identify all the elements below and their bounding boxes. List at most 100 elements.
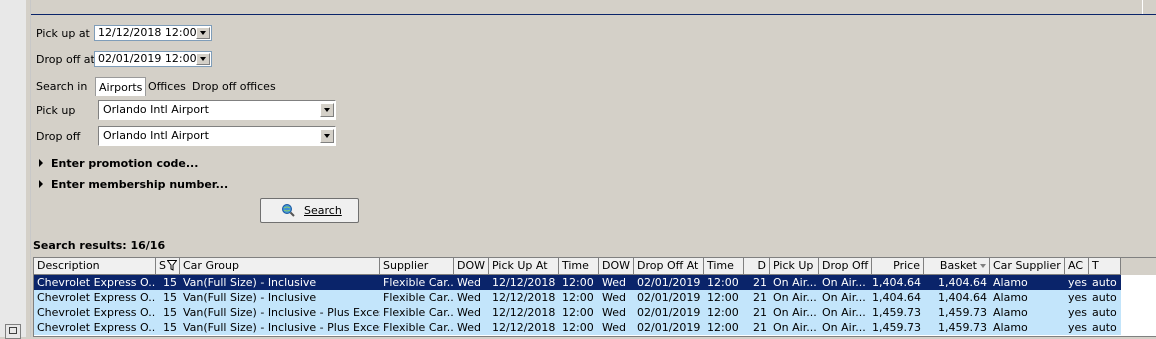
header-label: Time bbox=[707, 259, 734, 272]
pickup-location-select[interactable]: Orlando Intl Airport bbox=[97, 99, 337, 121]
cell-ac: yes bbox=[1068, 291, 1088, 304]
cell-time-2: 12:00 bbox=[707, 276, 739, 289]
tab-drop-off-offices[interactable]: Drop off offices bbox=[189, 77, 279, 96]
header-col-dropoff-at[interactable]: Drop Off At bbox=[634, 258, 704, 275]
dropoff-at-label: Drop off at bbox=[36, 53, 95, 66]
membership-number-expander[interactable]: Enter membership number... bbox=[39, 178, 228, 191]
cell-dropoff: On Air... bbox=[822, 276, 866, 289]
cell-pickup: On Air... bbox=[773, 306, 817, 319]
table-row[interactable]: Chevrolet Express O... 15 Van(Full Size) -… bbox=[34, 275, 1121, 290]
cell-time-2: 12:00 bbox=[707, 291, 739, 304]
header-col-description[interactable]: Description bbox=[34, 258, 156, 275]
cell-time: 12:00 bbox=[562, 276, 594, 289]
cell-dow-2: Wed bbox=[602, 276, 626, 289]
header-col-supplier[interactable]: Supplier bbox=[380, 258, 454, 275]
splitter[interactable] bbox=[26, 0, 31, 337]
triangle-right-icon bbox=[39, 159, 43, 167]
search-in-label: Search in bbox=[36, 80, 88, 93]
chevron-down-icon[interactable] bbox=[320, 103, 334, 117]
tab-offices[interactable]: Offices bbox=[145, 77, 189, 96]
cell-price: 1,404.64 bbox=[872, 276, 921, 289]
cell-description: Chevrolet Express O... bbox=[37, 276, 156, 289]
pickup-at-datetime[interactable]: 12/12/2018 12:00 bbox=[94, 25, 212, 41]
results-grid[interactable]: Description S Car Group Supplier DOW Pick Up … bbox=[33, 257, 1156, 337]
header-label: DOW bbox=[457, 259, 486, 272]
header-label: Pick Up bbox=[773, 259, 814, 272]
header-col-t[interactable]: T bbox=[1089, 258, 1121, 275]
dropoff-label: Drop off bbox=[36, 130, 81, 143]
cell-t: auto bbox=[1092, 306, 1117, 319]
header-label: Car Supplier bbox=[993, 259, 1061, 272]
cell-d: 21 bbox=[753, 276, 767, 289]
cell-basket: 1,459.73 bbox=[938, 306, 987, 319]
header-col-d[interactable]: D bbox=[744, 258, 770, 275]
header-label: Supplier bbox=[383, 259, 429, 272]
cell-dropoff: On Air... bbox=[822, 291, 866, 304]
chevron-down-icon[interactable] bbox=[320, 129, 334, 143]
dropoff-location-select[interactable]: Orlando Intl Airport bbox=[97, 125, 337, 147]
dropoff-location-value: Orlando Intl Airport bbox=[103, 129, 209, 142]
header-col-car-group[interactable]: Car Group bbox=[180, 258, 380, 275]
cell-supplier: Flexible Car... bbox=[383, 321, 454, 334]
table-row[interactable]: Chevrolet Express O... 15 Van(Full Size) -… bbox=[34, 305, 1121, 320]
cell-dropoff-at: 02/01/2019 bbox=[637, 306, 701, 319]
header-col-dow-2[interactable]: DOW bbox=[599, 258, 634, 275]
cell-pickup-at: 12/12/2018 bbox=[492, 306, 556, 319]
promotion-code-label: Enter promotion code... bbox=[51, 157, 199, 170]
header-label: Drop Off bbox=[822, 259, 869, 272]
membership-number-label: Enter membership number... bbox=[51, 178, 229, 191]
header-label: Time bbox=[562, 259, 589, 272]
chevron-down-icon[interactable] bbox=[196, 53, 210, 65]
cell-dropoff: On Air... bbox=[822, 306, 866, 319]
triangle-right-icon bbox=[39, 180, 43, 188]
header-col-s[interactable]: S bbox=[156, 258, 180, 275]
header-col-ac[interactable]: AC bbox=[1065, 258, 1089, 275]
search-button[interactable]: Search bbox=[260, 198, 359, 223]
cell-d: 21 bbox=[753, 291, 767, 304]
cell-ac: yes bbox=[1068, 276, 1088, 289]
scrollbar-corner bbox=[1142, 0, 1156, 14]
cell-car-supplier: Alamo bbox=[993, 276, 1028, 289]
cell-price: 1,459.73 bbox=[872, 321, 921, 334]
chevron-down-icon[interactable] bbox=[196, 27, 210, 39]
header-col-car-supplier[interactable]: Car Supplier bbox=[990, 258, 1065, 275]
cell-car-group: Van(Full Size) - Inclusive bbox=[183, 276, 317, 289]
sort-descending-icon bbox=[980, 264, 986, 268]
grid-header: Description S Car Group Supplier DOW Pick Up … bbox=[34, 258, 1156, 275]
cell-price: 1,404.64 bbox=[872, 291, 921, 304]
header-col-time[interactable]: Time bbox=[559, 258, 599, 275]
cell-price: 1,459.73 bbox=[872, 306, 921, 319]
cell-s: 15 bbox=[163, 306, 177, 319]
header-col-basket[interactable]: Basket bbox=[924, 258, 990, 275]
cell-car-group: Van(Full Size) - Inclusive - Plus Excess… bbox=[183, 306, 380, 319]
cell-t: auto bbox=[1092, 276, 1117, 289]
cell-supplier: Flexible Car... bbox=[383, 291, 454, 304]
header-col-price[interactable]: Price bbox=[872, 258, 924, 275]
cell-description: Chevrolet Express O... bbox=[37, 306, 156, 319]
cell-car-supplier: Alamo bbox=[993, 321, 1028, 334]
header-col-pickup-at[interactable]: Pick Up At bbox=[489, 258, 559, 275]
cell-ac: yes bbox=[1068, 306, 1088, 319]
header-label: DOW bbox=[602, 259, 631, 272]
tab-airports[interactable]: Airports bbox=[95, 77, 147, 96]
header-label: Drop Off At bbox=[637, 259, 699, 272]
header-col-dropoff[interactable]: Drop Off bbox=[819, 258, 872, 275]
cell-dropoff-at: 02/01/2019 bbox=[637, 276, 701, 289]
table-row[interactable]: Chevrolet Express O... 15 Van(Full Size) -… bbox=[34, 290, 1121, 305]
header-col-dow[interactable]: DOW bbox=[454, 258, 489, 275]
header-col-pickup[interactable]: Pick Up bbox=[770, 258, 819, 275]
cell-supplier: Flexible Car... bbox=[383, 276, 454, 289]
header-col-time-2[interactable]: Time bbox=[704, 258, 744, 275]
header-label: T bbox=[1092, 259, 1099, 272]
table-row[interactable]: Chevrolet Express O... 15 Van(Full Size) -… bbox=[34, 320, 1121, 335]
header-label: Price bbox=[893, 259, 920, 272]
cell-pickup: On Air... bbox=[773, 291, 817, 304]
filter-icon[interactable] bbox=[167, 260, 177, 271]
header-label: Car Group bbox=[183, 259, 239, 272]
dropoff-at-datetime[interactable]: 02/01/2019 12:00 bbox=[94, 51, 212, 67]
left-panel-strip bbox=[0, 0, 27, 337]
cell-d: 21 bbox=[753, 321, 767, 334]
cell-car-group: Van(Full Size) - Inclusive - Plus Excess… bbox=[183, 321, 380, 334]
promotion-code-expander[interactable]: Enter promotion code... bbox=[39, 157, 198, 170]
header-label: S bbox=[159, 259, 166, 272]
